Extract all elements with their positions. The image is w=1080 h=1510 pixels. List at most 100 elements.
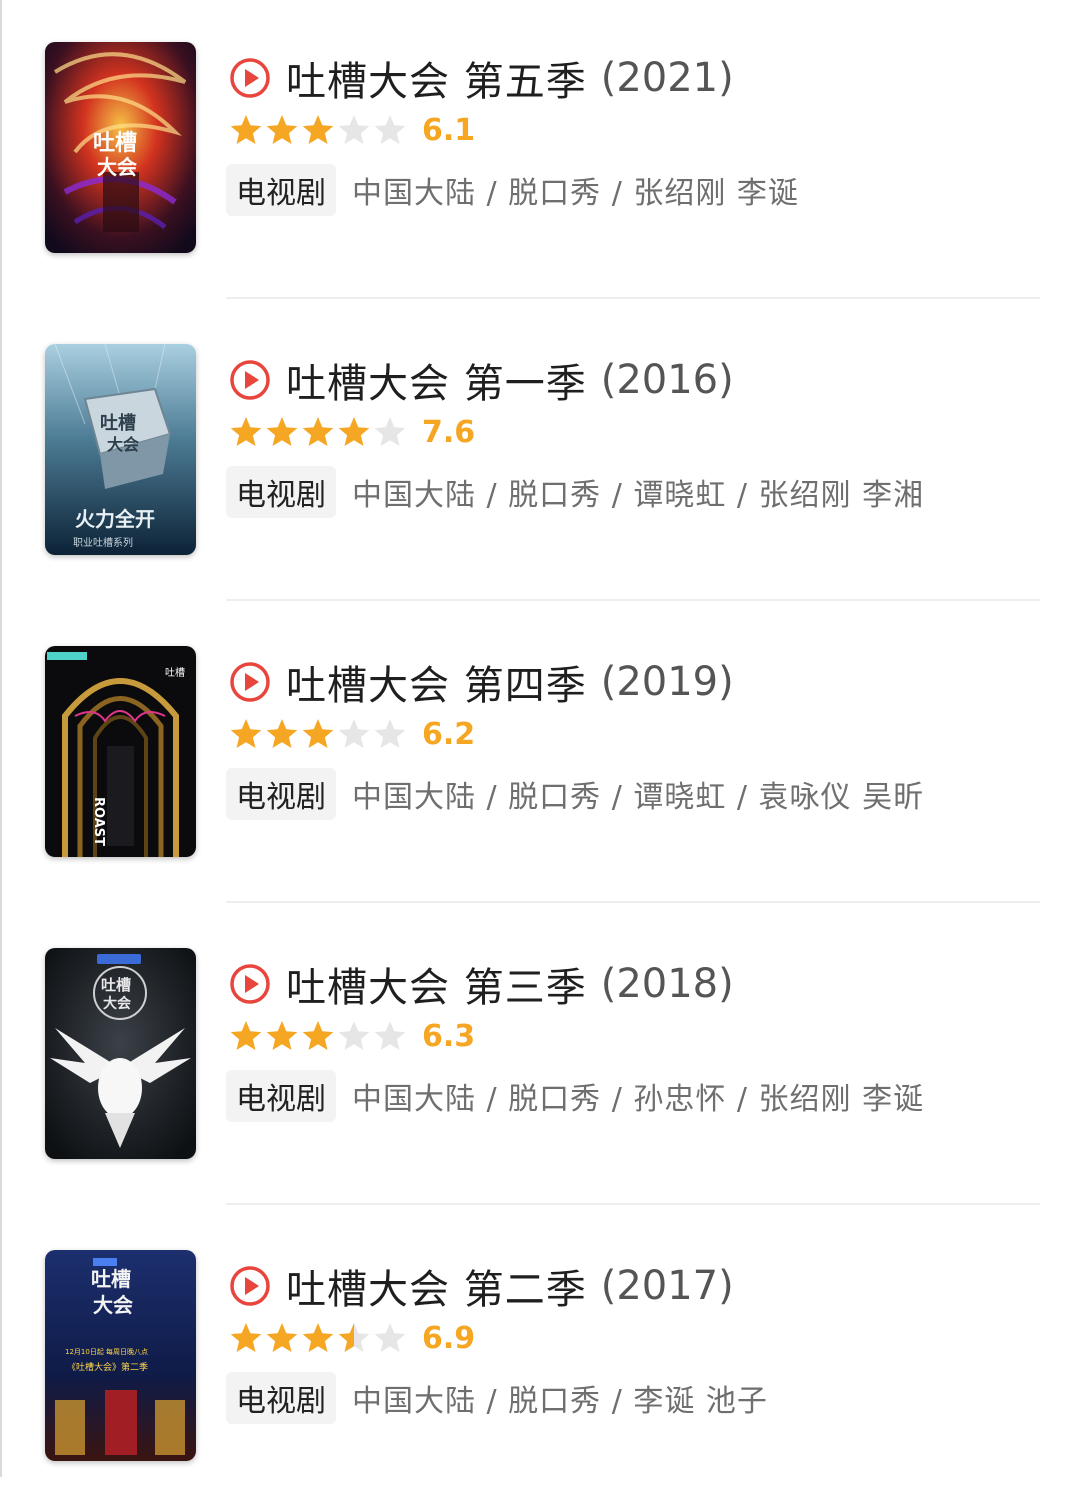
svg-text:吐槽: 吐槽: [101, 976, 131, 994]
item-year: (2018): [600, 961, 734, 1007]
star-empty-icon: [338, 115, 370, 144]
meta-info: 中国大陆 / 脱口秀 / 孙忠怀 / 张绍刚 李诞: [352, 1082, 925, 1117]
item-year: (2019): [600, 659, 734, 705]
star-filled-icon: [302, 719, 334, 748]
result-item[interactable]: ROAST 吐槽 吐槽大会 第四季 (2019) 6.2 电视剧 中国大陆 / …: [0, 604, 1080, 906]
star-filled-icon: [266, 719, 298, 748]
star-empty-icon: [338, 719, 370, 748]
title-row[interactable]: 吐槽大会 第三季 (2018): [228, 956, 734, 1012]
title-row[interactable]: 吐槽大会 第五季 (2021): [228, 50, 734, 106]
star-rating: [228, 717, 408, 751]
rating-row: 6.9: [228, 1318, 475, 1358]
svg-text:职业吐槽系列: 职业吐槽系列: [73, 536, 133, 549]
poster-art-season5: 吐槽 大会: [45, 42, 196, 253]
svg-text:大会: 大会: [93, 1293, 133, 1317]
item-title[interactable]: 吐槽大会 第四季: [286, 653, 587, 711]
star-filled-icon: [266, 1323, 298, 1352]
rating-score: 6.3: [422, 1018, 476, 1054]
star-rating: [228, 113, 408, 147]
star-filled-icon: [338, 417, 370, 446]
result-item[interactable]: 吐槽 大会 吐槽大会 第三季 (2018) 6.3 电视剧 中国大陆 / 脱口秀…: [0, 906, 1080, 1208]
item-year: (2017): [600, 1263, 734, 1309]
item-title[interactable]: 吐槽大会 第三季: [286, 955, 587, 1013]
meta-row: 电视剧 中国大陆 / 脱口秀 / 张绍刚 李诞: [226, 164, 799, 216]
rating-score: 6.2: [422, 716, 476, 752]
meta-row: 电视剧 中国大陆 / 脱口秀 / 孙忠怀 / 张绍刚 李诞: [226, 1070, 924, 1122]
item-divider: [226, 901, 1040, 903]
meta-info: 中国大陆 / 脱口秀 / 李诞 池子: [352, 1384, 768, 1419]
category-tag: 电视剧: [226, 164, 336, 216]
star-filled-icon: [266, 115, 298, 144]
item-divider: [226, 1203, 1040, 1205]
item-title[interactable]: 吐槽大会 第一季: [286, 351, 587, 409]
star-empty-icon: [374, 1323, 406, 1352]
item-title[interactable]: 吐槽大会 第二季: [286, 1257, 587, 1315]
star-half-icon: [338, 1323, 370, 1352]
poster-art-season1: 吐槽 大会 火力全开 职业吐槽系列: [45, 344, 196, 555]
svg-text:吐槽: 吐槽: [91, 1267, 131, 1291]
svg-text:吐槽: 吐槽: [93, 131, 137, 156]
play-circle-icon[interactable]: [228, 660, 272, 704]
title-row[interactable]: 吐槽大会 第四季 (2019): [228, 654, 734, 710]
star-rating: [228, 415, 408, 449]
rating-score: 7.6: [422, 414, 476, 450]
poster-image[interactable]: 吐槽 大会 火力全开 职业吐槽系列: [45, 344, 196, 555]
meta-info: 中国大陆 / 脱口秀 / 谭晓虹 / 袁咏仪 吴昕: [352, 780, 925, 815]
title-row[interactable]: 吐槽大会 第一季 (2016): [228, 352, 734, 408]
star-filled-icon: [230, 719, 262, 748]
svg-text:ROAST: ROAST: [91, 797, 106, 846]
poster-image[interactable]: 吐槽 大会: [45, 42, 196, 253]
item-year: (2021): [600, 55, 734, 101]
category-tag: 电视剧: [226, 1070, 336, 1122]
star-empty-icon: [374, 1021, 406, 1050]
rating-score: 6.9: [422, 1320, 476, 1356]
title-row[interactable]: 吐槽大会 第二季 (2017): [228, 1258, 734, 1314]
svg-text:大会: 大会: [97, 155, 137, 179]
svg-text:火力全开: 火力全开: [75, 507, 155, 531]
poster-art-season2: 吐槽 大会 12月10日起 每周日晚八点 《吐槽大会》第二季: [45, 1250, 196, 1461]
star-filled-icon: [266, 417, 298, 446]
star-filled-icon: [266, 1021, 298, 1050]
poster-image[interactable]: 吐槽 大会 12月10日起 每周日晚八点 《吐槽大会》第二季: [45, 1250, 196, 1461]
star-filled-icon: [230, 417, 262, 446]
item-title[interactable]: 吐槽大会 第五季: [286, 49, 587, 107]
result-item[interactable]: 吐槽 大会 12月10日起 每周日晚八点 《吐槽大会》第二季 吐槽大会 第二季 …: [0, 1208, 1080, 1510]
star-rating: [228, 1019, 408, 1053]
meta-info: 中国大陆 / 脱口秀 / 张绍刚 李诞: [352, 176, 799, 211]
play-circle-icon[interactable]: [228, 56, 272, 100]
meta-row: 电视剧 中国大陆 / 脱口秀 / 谭晓虹 / 张绍刚 李湘: [226, 466, 924, 518]
rating-row: 7.6: [228, 412, 475, 452]
play-circle-icon[interactable]: [228, 358, 272, 402]
star-filled-icon: [230, 1323, 262, 1352]
star-rating: [228, 1321, 408, 1355]
poster-art-season4: ROAST 吐槽: [45, 646, 196, 857]
poster-image[interactable]: 吐槽 大会: [45, 948, 196, 1159]
star-filled-icon: [230, 115, 262, 144]
star-filled-icon: [302, 115, 334, 144]
meta-row: 电视剧 中国大陆 / 脱口秀 / 谭晓虹 / 袁咏仪 吴昕: [226, 768, 924, 820]
rating-row: 6.2: [228, 714, 475, 754]
meta-info: 中国大陆 / 脱口秀 / 谭晓虹 / 张绍刚 李湘: [352, 478, 925, 513]
play-circle-icon[interactable]: [228, 962, 272, 1006]
poster-art-season3: 吐槽 大会: [45, 948, 196, 1159]
play-circle-icon[interactable]: [228, 1264, 272, 1308]
result-item[interactable]: 吐槽 大会 吐槽大会 第五季 (2021) 6.1 电视剧 中国大陆 / 脱口秀…: [0, 0, 1080, 302]
svg-text:《吐槽大会》第二季: 《吐槽大会》第二季: [67, 1361, 148, 1373]
svg-text:12月10日起 每周日晚八点: 12月10日起 每周日晚八点: [65, 1347, 148, 1356]
svg-text:吐槽: 吐槽: [165, 666, 185, 679]
meta-row: 电视剧 中国大陆 / 脱口秀 / 李诞 池子: [226, 1372, 768, 1424]
rating-score: 6.1: [422, 112, 476, 148]
item-year: (2016): [600, 357, 734, 403]
category-tag: 电视剧: [226, 466, 336, 518]
star-empty-icon: [374, 417, 406, 446]
result-item[interactable]: 吐槽 大会 火力全开 职业吐槽系列 吐槽大会 第一季 (2016) 7.6 电视…: [0, 302, 1080, 604]
star-filled-icon: [302, 1323, 334, 1352]
star-empty-icon: [374, 115, 406, 144]
svg-text:吐槽: 吐槽: [100, 412, 136, 434]
category-tag: 电视剧: [226, 1372, 336, 1424]
star-empty-icon: [374, 719, 406, 748]
star-empty-icon: [338, 1021, 370, 1050]
poster-image[interactable]: ROAST 吐槽: [45, 646, 196, 857]
rating-row: 6.1: [228, 110, 475, 150]
star-filled-icon: [230, 1021, 262, 1050]
